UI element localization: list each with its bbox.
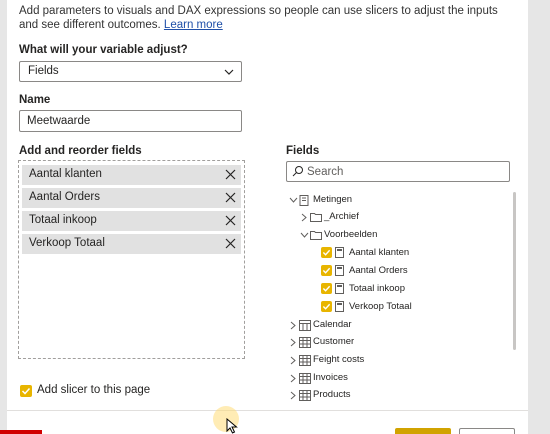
- tree-scrollbar[interactable]: [513, 192, 516, 350]
- fields-list-label: Add and reorder fields: [19, 145, 142, 157]
- parameter-dialog: Add parameters to visuals and DAX expres…: [7, 0, 528, 434]
- field-chip-label: Verkoop Totaal: [29, 237, 105, 249]
- background-left: [0, 0, 7, 434]
- calculator-icon: [335, 301, 344, 312]
- chevron-right-icon: [301, 213, 307, 222]
- close-icon[interactable]: [225, 215, 236, 226]
- measure-checkbox[interactable]: [321, 283, 332, 294]
- field-chip[interactable]: Totaal inkoop: [22, 211, 241, 231]
- folder-icon: [310, 213, 322, 222]
- tree-label: Customer: [313, 336, 355, 347]
- tree-measure-verkoop-totaal[interactable]: Verkoop Totaal: [321, 300, 481, 314]
- tree-label: Aantal Orders: [349, 265, 408, 276]
- tree-folder-archief[interactable]: _Archief: [300, 210, 480, 224]
- measure-checkbox[interactable]: [321, 265, 332, 276]
- tree-label: Metingen: [313, 194, 353, 205]
- calculator-icon: [335, 247, 344, 258]
- tree-measure-aantal-klanten[interactable]: Aantal klanten: [321, 246, 481, 260]
- name-label: Name: [19, 94, 51, 106]
- progress-bar: [0, 430, 42, 434]
- checkmark-icon: [322, 285, 331, 292]
- tree-folder-voorbeelden[interactable]: Voorbeelden: [300, 228, 480, 242]
- checkmark-icon: [322, 267, 331, 274]
- folder-icon: [310, 231, 322, 240]
- calendar-table-icon: [299, 320, 311, 331]
- tree-measure-totaal-inkoop[interactable]: Totaal inkoop: [321, 282, 481, 296]
- learn-more-link[interactable]: Learn more: [164, 19, 223, 31]
- chevron-down-icon: [224, 69, 234, 75]
- measure-checkbox[interactable]: [321, 247, 332, 258]
- description-text: Add parameters to visuals and DAX expres…: [19, 5, 498, 31]
- close-icon[interactable]: [225, 169, 236, 180]
- chevron-right-icon: [290, 321, 296, 330]
- tree-table-products[interactable]: Products: [289, 388, 489, 402]
- field-chip-label: Aantal klanten: [29, 168, 102, 180]
- fields-search-input[interactable]: Search: [286, 161, 510, 182]
- checkmark-icon: [21, 387, 31, 395]
- adjust-dropdown[interactable]: Fields: [19, 61, 242, 82]
- search-placeholder: Search: [307, 166, 344, 178]
- tree-label: Products: [313, 389, 351, 400]
- add-slicer-checkbox[interactable]: [20, 385, 32, 397]
- tree-label: Verkoop Totaal: [349, 301, 412, 312]
- calculator-icon: [335, 283, 344, 294]
- mouse-cursor-icon: [226, 418, 238, 434]
- tree-table-calendar[interactable]: Calendar: [289, 318, 489, 332]
- background-right: [528, 0, 550, 434]
- tree-table-invoices[interactable]: Invoices: [289, 371, 489, 385]
- cancel-button[interactable]: [459, 428, 515, 434]
- chevron-right-icon: [290, 338, 296, 347]
- field-chip-label: Totaal inkoop: [29, 214, 97, 226]
- close-icon[interactable]: [225, 238, 236, 249]
- measure-checkbox[interactable]: [321, 301, 332, 312]
- footer-divider: [7, 410, 528, 411]
- dialog-description: Add parameters to visuals and DAX expres…: [19, 4, 499, 32]
- create-button[interactable]: [395, 428, 451, 434]
- close-icon[interactable]: [225, 192, 236, 203]
- chevron-right-icon: [290, 391, 296, 400]
- adjust-label: What will your variable adjust?: [19, 44, 188, 56]
- checkmark-icon: [322, 303, 331, 310]
- tree-measure-aantal-orders[interactable]: Aantal Orders: [321, 264, 481, 278]
- field-chip[interactable]: Aantal klanten: [22, 165, 241, 185]
- tree-table-customer[interactable]: Customer: [289, 335, 489, 349]
- tree-label: _Archief: [324, 211, 359, 222]
- fields-drop-area[interactable]: Aantal klanten Aantal Orders Totaal inko…: [18, 160, 245, 359]
- chevron-down-icon: [300, 232, 309, 238]
- add-slicer-label[interactable]: Add slicer to this page: [37, 384, 150, 396]
- tree-table-feight-costs[interactable]: Feight costs: [289, 353, 489, 367]
- chevron-right-icon: [290, 356, 296, 365]
- tree-label: Invoices: [313, 372, 348, 383]
- tree-table-metingen[interactable]: Metingen: [289, 193, 489, 207]
- fields-pane-label: Fields: [286, 145, 320, 157]
- field-chip[interactable]: Aantal Orders: [22, 188, 241, 208]
- checkmark-icon: [322, 249, 331, 256]
- chevron-down-icon: [289, 197, 298, 203]
- search-icon: [292, 166, 303, 177]
- field-chip-label: Aantal Orders: [29, 191, 100, 203]
- table-icon: [299, 390, 311, 401]
- measure-table-icon: [299, 195, 309, 206]
- field-chip[interactable]: Verkoop Totaal: [22, 234, 241, 254]
- tree-label: Aantal klanten: [349, 247, 410, 258]
- tree-label: Voorbeelden: [324, 229, 378, 240]
- tree-label: Feight costs: [313, 354, 365, 365]
- name-input[interactable]: [19, 110, 242, 132]
- tree-label: Totaal inkoop: [349, 283, 405, 294]
- adjust-value: Fields: [28, 65, 59, 77]
- table-icon: [299, 355, 311, 366]
- table-icon: [299, 337, 311, 348]
- tree-label: Calendar: [313, 319, 352, 330]
- table-icon: [299, 373, 311, 384]
- chevron-right-icon: [290, 374, 296, 383]
- calculator-icon: [335, 265, 344, 276]
